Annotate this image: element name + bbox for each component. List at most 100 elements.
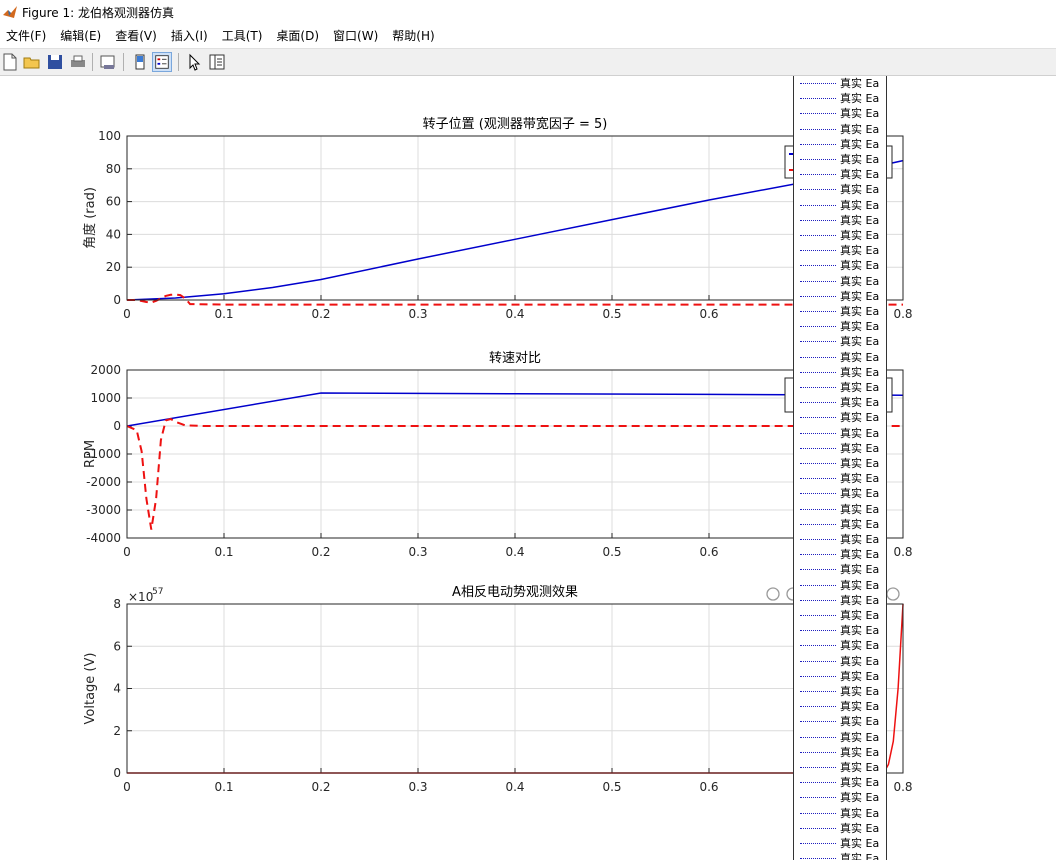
- legend-swatch: [800, 98, 836, 100]
- new-figure-icon[interactable]: [0, 52, 20, 72]
- legend-label: 真实 Ea: [840, 685, 880, 698]
- legend-swatch: [800, 478, 836, 480]
- legend-entry: 真实 Ea: [794, 365, 886, 380]
- figure-canvas: 00.10.20.30.40.50.60.70.8020406080100转子位…: [82, 116, 913, 794]
- menu-insert[interactable]: 插入(I): [165, 27, 216, 44]
- x-tick-label: 0.3: [408, 307, 427, 321]
- legend-swatch: [800, 189, 836, 191]
- window-title: Figure 1: 龙伯格观测器仿真: [22, 5, 174, 20]
- toolbar-separator: [92, 53, 93, 71]
- legend-swatch: [800, 83, 836, 84]
- menu-view[interactable]: 查看(V): [109, 27, 165, 44]
- legend-swatch: [800, 447, 836, 449]
- y-tick-label: 0: [113, 766, 121, 780]
- legend-entry: 真实 Ea: [794, 426, 886, 441]
- legend-entry: 真实 Ea: [794, 851, 886, 860]
- toolbar-separator: [178, 53, 179, 71]
- legend-swatch: [800, 402, 836, 404]
- legend-entry: 真实 Ea: [794, 152, 886, 167]
- x-tick-label: 0.4: [505, 780, 524, 794]
- x-tick-label: 0.8: [893, 545, 912, 559]
- legend-entry: 真实 Ea: [794, 319, 886, 334]
- legend-entry: 真实 Ea: [794, 456, 886, 471]
- legend-label: 真实 Ea: [840, 441, 880, 455]
- legend-label: 真实 Ea: [840, 426, 880, 440]
- menu-desktop[interactable]: 桌面(D): [270, 27, 327, 44]
- menu-file[interactable]: 文件(F): [0, 27, 54, 44]
- legend-entry: 真实 Ea: [794, 714, 886, 729]
- y-tick-label: -4000: [86, 531, 121, 545]
- legend-entry: 真实 Ea: [794, 76, 886, 91]
- legend-entry: 真实 Ea: [794, 730, 886, 745]
- y-tick-label: 1000: [90, 391, 121, 405]
- y-tick-label: 20: [106, 260, 121, 274]
- legend-label: 真实 Ea: [840, 609, 880, 622]
- legend-entry: 真实 Ea: [794, 258, 886, 273]
- axes-title: 转速对比: [489, 351, 541, 366]
- figure-toolbar: [0, 48, 1056, 76]
- legend-entry: 真实 Ea: [794, 699, 886, 714]
- y-tick-label: 80: [106, 162, 121, 176]
- legend-panel[interactable]: 真实 Ea 真实 Ea 真实 Ea 真实 Ea 真实 Ea 真实 Ea 真实 Ea 真实 Ea…: [793, 76, 887, 860]
- legend-entry: 真实 Ea: [794, 623, 886, 638]
- menu-tools[interactable]: 工具(T): [216, 27, 271, 44]
- window-titlebar: Figure 1: 龙伯格观测器仿真: [0, 0, 1056, 24]
- legend-label: 真实 Ea: [840, 487, 880, 501]
- legend-label: 真实 Ea: [840, 517, 880, 531]
- legend-label: 真实 Ea: [840, 654, 880, 668]
- legend-swatch: [800, 569, 836, 571]
- legend-swatch: [800, 812, 836, 814]
- legend-swatch: [800, 721, 836, 723]
- legend-swatch: [800, 706, 836, 708]
- legend-label: 真实 Ea: [840, 92, 880, 106]
- legend-label: 真实 Ea: [840, 183, 880, 197]
- brush-icon[interactable]: [766, 587, 780, 601]
- save-icon[interactable]: [45, 52, 65, 72]
- legend-entry: 真实 Ea: [794, 243, 886, 258]
- legend-label: 真实 Ea: [840, 381, 880, 394]
- legend-swatch: [800, 128, 836, 130]
- legend-entry: 真实 Ea: [794, 638, 886, 653]
- legend-entry: 真实 Ea: [794, 486, 886, 501]
- legend-swatch: [800, 326, 836, 328]
- y-tick-label: 2000: [90, 363, 121, 377]
- x-tick-label: 0.5: [602, 780, 621, 794]
- menu-window[interactable]: 窗口(W): [327, 27, 386, 44]
- legend-label: 真实 Ea: [840, 213, 880, 227]
- legend-entry: 真实 Ea: [794, 122, 886, 137]
- x-tick-label: 0.3: [408, 780, 427, 794]
- legend-icon[interactable]: [152, 52, 172, 72]
- legend-swatch: [800, 691, 836, 692]
- y-tick-label: 8: [113, 597, 121, 611]
- legend-label: 真实 Ea: [840, 289, 880, 303]
- legend-entry: 真实 Ea: [794, 304, 886, 319]
- link-plot-icon[interactable]: [98, 52, 118, 72]
- y-axis-label: Voltage (V): [83, 653, 98, 725]
- x-tick-label: 0: [123, 780, 131, 794]
- home-icon[interactable]: [886, 587, 900, 601]
- property-inspector-icon[interactable]: [207, 52, 227, 72]
- print-icon[interactable]: [68, 52, 88, 72]
- legend-label: 真实 Ea: [840, 639, 880, 653]
- legend-swatch: [800, 827, 836, 829]
- y-tick-label: 60: [106, 195, 121, 209]
- open-icon[interactable]: [22, 52, 42, 72]
- legend-entry: 真实 Ea: [794, 517, 886, 532]
- legend-entry: 真实 Ea: [794, 654, 886, 669]
- select-arrow-icon[interactable]: [185, 52, 205, 72]
- menu-help[interactable]: 帮助(H): [386, 27, 442, 44]
- legend-entry: 真实 Ea: [794, 775, 886, 790]
- legend-entry: 真实 Ea: [794, 578, 886, 593]
- legend-label: 真实 Ea: [840, 837, 880, 850]
- legend-entry: 真实 Ea: [794, 289, 886, 304]
- legend-label: 真实 Ea: [840, 806, 880, 820]
- x-tick-label: 0.8: [893, 307, 912, 321]
- legend-entry: 真实 Ea: [794, 410, 886, 425]
- colorbar-icon[interactable]: [130, 52, 150, 72]
- x-tick-label: 0.1: [214, 545, 233, 559]
- legend-label: 真实 Ea: [840, 745, 880, 759]
- menu-edit[interactable]: 编辑(E): [54, 27, 109, 44]
- x-tick-label: 0.3: [408, 545, 427, 559]
- legend-label: 真实 Ea: [840, 502, 880, 516]
- y-tick-label: 0: [113, 293, 121, 307]
